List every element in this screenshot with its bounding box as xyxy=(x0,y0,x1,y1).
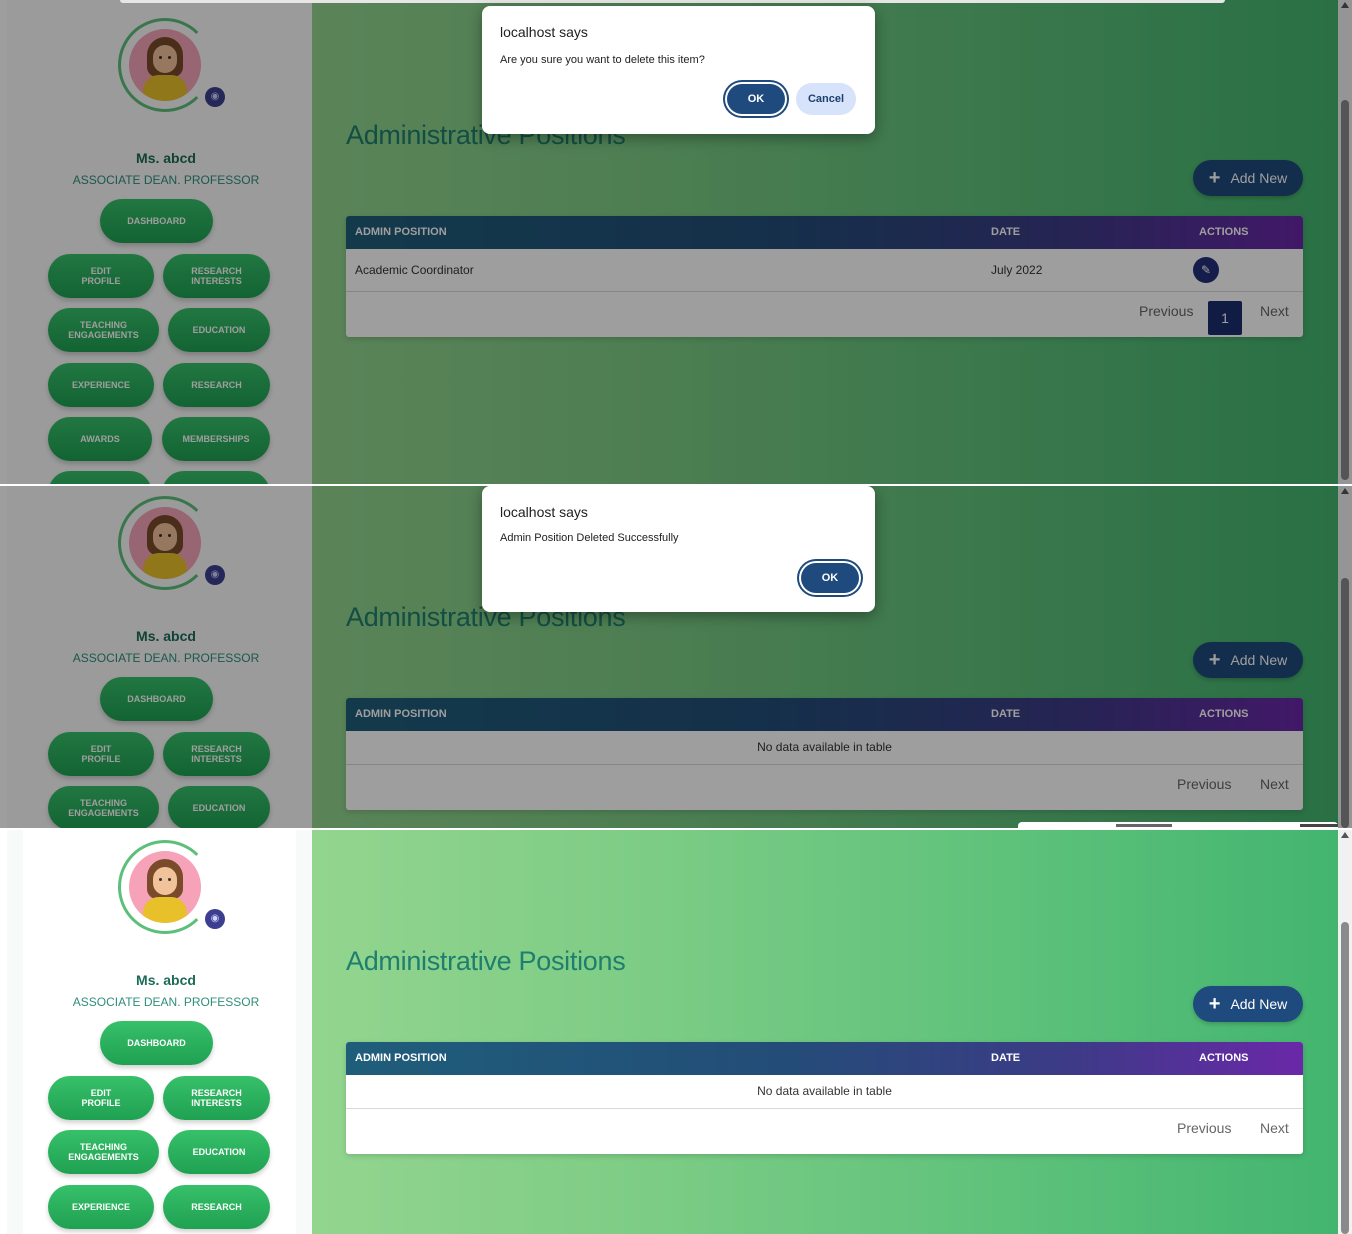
window-edge xyxy=(0,830,7,1234)
experience-button[interactable]: EXPERIENCE xyxy=(48,1185,154,1229)
screenshot-delete-success: ◉ Ms. abcd ASSOCIATE DEAN. PROFESSOR DAS… xyxy=(0,486,1352,828)
page-title: Administrative Positions xyxy=(346,946,626,976)
header-date[interactable]: DATE xyxy=(991,1042,1020,1075)
next-button[interactable]: Next xyxy=(1260,1120,1289,1136)
plus-icon: + xyxy=(1208,993,1221,1015)
confirm-dialog: localhost says Are you sure you want to … xyxy=(482,6,875,134)
previous-button[interactable]: Previous xyxy=(1177,1120,1231,1136)
dialog-message: Are you sure you want to delete this ite… xyxy=(500,54,705,66)
pagination: Previous Next xyxy=(346,1109,1303,1154)
edit-profile-button[interactable]: EDIT PROFILE xyxy=(48,1076,154,1120)
profile-role: ASSOCIATE DEAN. PROFESSOR xyxy=(72,995,260,1009)
education-button[interactable]: EDUCATION xyxy=(168,1130,270,1174)
research-interests-button[interactable]: RESEARCH INTERESTS xyxy=(163,1076,270,1120)
table-header: ADMIN POSITION DATE ACTIONS xyxy=(346,1042,1303,1075)
screenshot-final-state: ◉ Ms. abcd ASSOCIATE DEAN. PROFESSOR DAS… xyxy=(0,830,1352,1234)
scroll-thumb[interactable] xyxy=(1341,922,1349,1234)
admin-positions-table: ADMIN POSITION DATE ACTIONS No data avai… xyxy=(346,1042,1303,1154)
header-admin-position[interactable]: ADMIN POSITION xyxy=(355,1042,447,1075)
add-new-button[interactable]: + Add New xyxy=(1193,986,1303,1022)
dashboard-button[interactable]: DASHBOARD xyxy=(100,1021,213,1065)
camera-icon[interactable]: ◉ xyxy=(205,909,225,929)
scrollbar[interactable] xyxy=(1338,830,1352,1234)
avatar-ring xyxy=(118,840,212,934)
header-actions: ACTIONS xyxy=(1199,1052,1249,1064)
ok-button[interactable]: OK xyxy=(727,84,785,114)
avatar xyxy=(129,851,201,923)
research-button[interactable]: RESEARCH xyxy=(163,1185,270,1229)
teaching-engagements-button[interactable]: TEACHING ENGAGEMENTS xyxy=(48,1130,159,1174)
alert-dialog: localhost says Admin Position Deleted Su… xyxy=(482,486,875,612)
dialog-message: Admin Position Deleted Successfully xyxy=(500,532,679,544)
sidebar: ◉ Ms. abcd ASSOCIATE DEAN. PROFESSOR DAS… xyxy=(7,830,312,1234)
screenshot-confirm-delete: ◉ Ms. abcd ASSOCIATE DEAN. PROFESSOR DAS… xyxy=(0,0,1352,484)
dialog-title: localhost says xyxy=(500,24,588,40)
profile-name: Ms. abcd xyxy=(136,972,196,988)
main-content: Administrative Positions + Add New ADMIN… xyxy=(312,830,1338,1234)
empty-table-message: No data available in table xyxy=(346,1075,1303,1109)
browser-strip xyxy=(120,0,1225,3)
ok-button[interactable]: OK xyxy=(801,563,859,593)
dialog-title: localhost says xyxy=(500,504,588,520)
scroll-up-arrow[interactable] xyxy=(1341,832,1349,838)
cancel-button[interactable]: Cancel xyxy=(796,83,856,115)
